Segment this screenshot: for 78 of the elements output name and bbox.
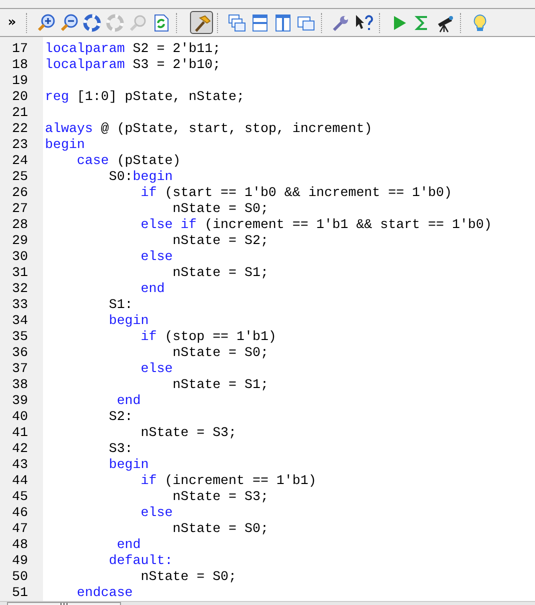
- line-number: 22: [11, 120, 29, 136]
- line-number: 50: [11, 568, 29, 584]
- code-line: else: [140, 504, 173, 520]
- line-number: 17: [11, 40, 29, 56]
- line-number: 26: [11, 184, 29, 200]
- line-number: 48: [11, 536, 29, 552]
- magnifier-icon: [128, 12, 148, 32]
- overflow-button[interactable]: »: [2, 12, 22, 34]
- code-line: end: [140, 280, 165, 296]
- code-line: S3:: [108, 440, 133, 456]
- line-number: 18: [11, 56, 29, 72]
- line-number: 46: [11, 504, 29, 520]
- code-line: S2:: [108, 408, 133, 424]
- cascade-windows-icon: [226, 12, 246, 32]
- code-line: reg [1:0] pState, nState;: [45, 88, 245, 104]
- line-number: 27: [11, 200, 29, 216]
- code-line: begin: [108, 456, 149, 472]
- code-line: nState = S3;: [140, 424, 237, 440]
- code-line: S0:begin: [108, 168, 173, 184]
- line-number: 30: [11, 248, 29, 264]
- code-line: default:: [108, 552, 173, 568]
- code-line: localparam S2 = 2'b11;: [45, 40, 221, 56]
- line-number: 47: [11, 520, 29, 536]
- line-number: 37: [11, 360, 29, 376]
- line-number: 49: [11, 552, 29, 568]
- code-line: if (start == 1'b0 && increment == 1'b0): [140, 184, 452, 200]
- line-number: 44: [11, 472, 29, 488]
- line-number: 31: [11, 264, 29, 280]
- code-line: begin: [45, 136, 85, 152]
- zoom-out-icon: [58, 12, 78, 32]
- code-line: end: [116, 536, 141, 552]
- line-number: 34: [11, 312, 29, 328]
- code-line: begin: [108, 312, 149, 328]
- code-line: nState = S2;: [172, 232, 268, 248]
- code-line: always @ (pState, start, stop, increment): [45, 120, 372, 136]
- line-number: 23: [11, 136, 29, 152]
- code-line: nState = S1;: [172, 264, 268, 280]
- line-number: 38: [11, 376, 29, 392]
- lifebuoy-icon: [104, 12, 124, 32]
- code-line: else if (increment == 1'b1 && start == 1'b0): [140, 216, 492, 232]
- code-line: else: [140, 248, 173, 264]
- line-number: 39: [11, 392, 29, 408]
- line-number: 29: [11, 232, 29, 248]
- line-number: 51: [11, 584, 29, 600]
- code-line: end: [116, 392, 141, 408]
- code-line: endcase: [76, 584, 133, 600]
- line-number: 45: [11, 488, 29, 504]
- line-number: 19: [11, 72, 29, 88]
- line-number: 42: [11, 440, 29, 456]
- code-line: S1:: [108, 296, 133, 312]
- horizontal-split-icon: [250, 12, 270, 32]
- help-pointer-icon: [354, 12, 374, 32]
- line-number: 36: [11, 344, 29, 360]
- line-number: 43: [11, 456, 29, 472]
- lifebuoy-icon: [82, 12, 102, 32]
- code-line: nState = S0;: [140, 568, 237, 584]
- code-line: if (increment == 1'b1): [140, 472, 316, 488]
- code-line: else: [140, 360, 173, 376]
- line-number: 25: [11, 168, 29, 184]
- code-line: nState = S0;: [172, 200, 268, 216]
- line-number: 21: [11, 104, 29, 120]
- line-number: 20: [11, 88, 29, 104]
- code-line: nState = S0;: [172, 344, 268, 360]
- line-number: 32: [11, 280, 29, 296]
- code-line: if (stop == 1'b1): [140, 328, 276, 344]
- code-line: case (pState): [76, 152, 181, 168]
- code-line: nState = S3;: [172, 488, 268, 504]
- vertical-split-icon: [272, 12, 292, 32]
- line-number: 33: [11, 296, 29, 312]
- line-number: 41: [11, 424, 29, 440]
- code-line: localparam S3 = 2'b10;: [45, 56, 221, 72]
- line-number: 24: [11, 152, 29, 168]
- code-line: nState = S1;: [172, 376, 268, 392]
- line-number: 35: [11, 328, 29, 344]
- code-line: nState = S0;: [172, 520, 268, 536]
- zoom-in-icon: [36, 12, 56, 32]
- line-number: 40: [11, 408, 29, 424]
- line-number: 28: [11, 216, 29, 232]
